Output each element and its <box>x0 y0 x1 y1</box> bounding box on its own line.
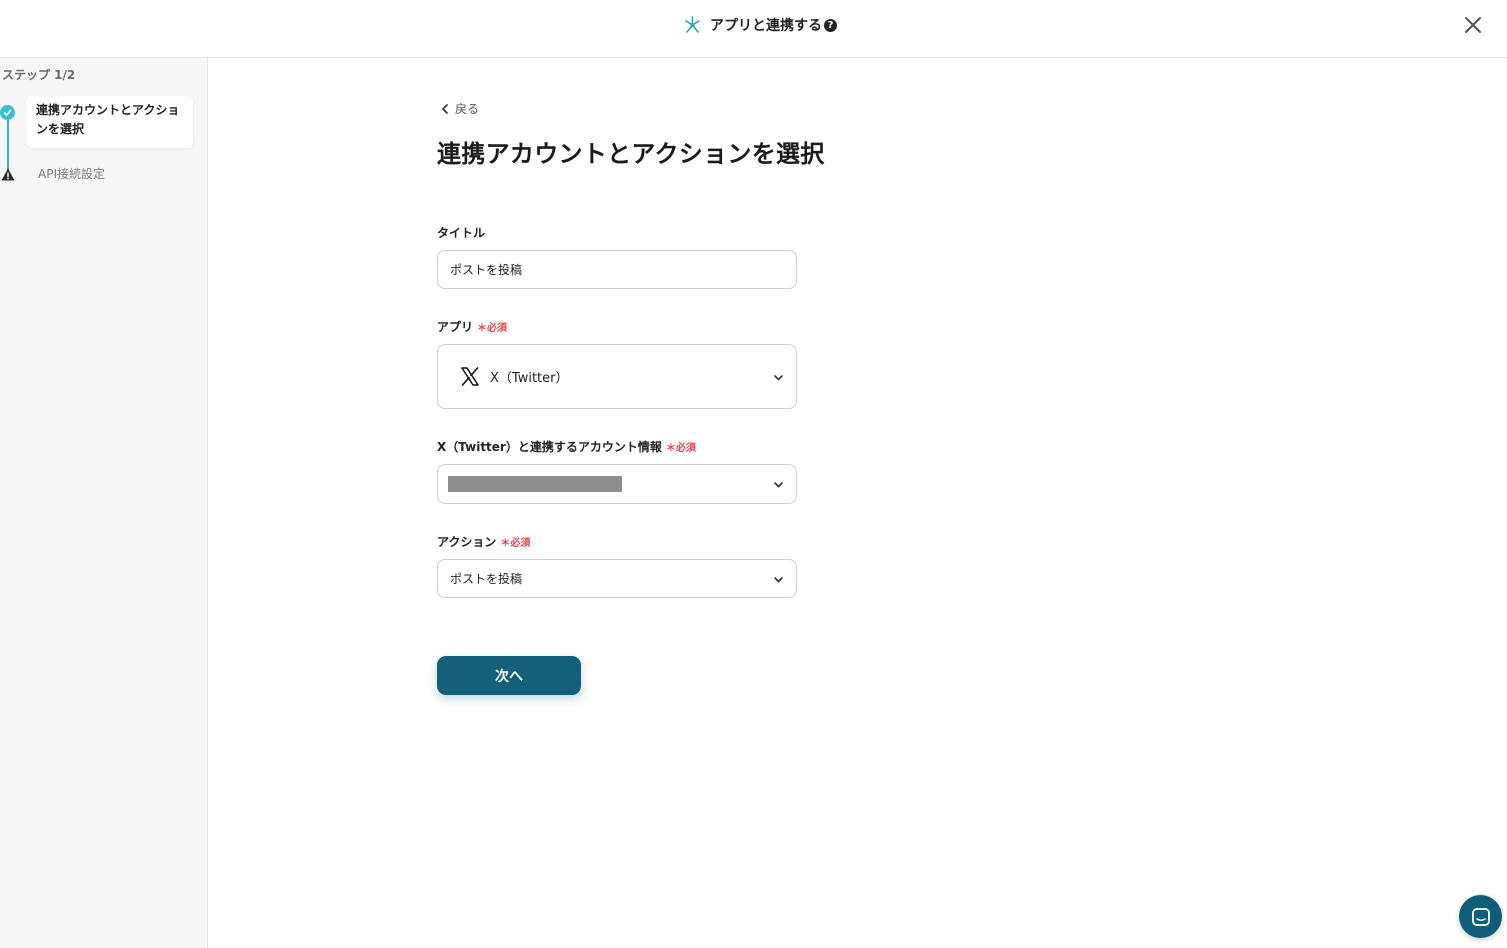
chat-launcher-button[interactable] <box>1459 895 1502 938</box>
title-input[interactable]: ポストを投稿 <box>437 250 797 289</box>
required-badge: ＊必須 <box>477 323 508 334</box>
header: アプリと連携する ? <box>0 0 1507 58</box>
step-counter: ステップ 1/2 <box>2 68 76 82</box>
app-field-label: アプリ ＊必須 <box>437 318 507 335</box>
sidebar: ステップ 1/2 連携アカウントとアクションを選択 API接続設定 <box>0 58 208 948</box>
chevron-down-icon <box>774 374 783 380</box>
header-title: アプリと連携する <box>710 18 822 34</box>
chevron-down-icon <box>774 576 783 582</box>
action-field-label: アクション ＊必須 <box>437 533 530 550</box>
step-progress-line <box>7 116 9 176</box>
title-label-text: タイトル <box>437 226 486 240</box>
check-icon <box>0 105 15 120</box>
title-input-value: ポストを投稿 <box>450 263 523 277</box>
close-icon <box>1465 17 1481 33</box>
close-button[interactable] <box>1461 13 1485 37</box>
next-button[interactable]: 次へ <box>437 656 581 695</box>
app-select-value: X（Twitter） <box>490 371 569 386</box>
warning-icon <box>1 168 15 181</box>
back-link[interactable]: 戻る <box>441 100 479 117</box>
header-title-group: アプリと連携する ? <box>683 14 837 36</box>
help-icon[interactable]: ? <box>824 18 837 32</box>
app-label-text: アプリ <box>437 320 474 334</box>
integration-icon <box>685 16 700 33</box>
account-label-text: X（Twitter）と連携するアカウント情報 <box>437 440 662 454</box>
required-badge: ＊必須 <box>500 538 531 549</box>
back-label: 戻る <box>455 102 480 116</box>
action-label-text: アクション <box>437 535 497 549</box>
action-select-value: ポストを投稿 <box>450 572 523 586</box>
chevron-down-icon <box>774 482 783 488</box>
redacted-account-value <box>448 476 622 492</box>
sidebar-step-api-settings[interactable]: API接続設定 <box>38 165 105 182</box>
title-field-label: タイトル <box>437 224 485 241</box>
chat-icon <box>1471 907 1490 926</box>
action-select[interactable]: ポストを投稿 <box>437 559 797 598</box>
x-logo-icon <box>461 367 479 386</box>
chevron-left-icon <box>442 103 448 114</box>
account-field-label: X（Twitter）と連携するアカウント情報 ＊必須 <box>437 438 696 455</box>
page-title: 連携アカウントとアクションを選択 <box>437 140 825 168</box>
account-select[interactable] <box>437 464 797 504</box>
app-select[interactable]: X（Twitter） <box>437 344 797 409</box>
sidebar-step-select-account[interactable]: 連携アカウントとアクションを選択 <box>26 96 193 148</box>
required-badge: ＊必須 <box>665 443 696 454</box>
